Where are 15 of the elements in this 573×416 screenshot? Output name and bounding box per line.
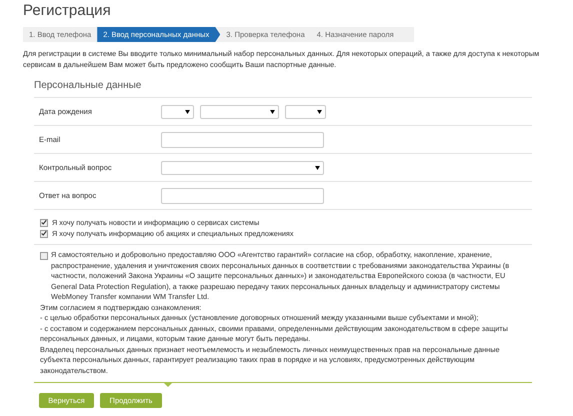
caret-icon: [317, 110, 322, 114]
caret-icon: [185, 110, 190, 114]
input-field[interactable]: [161, 188, 324, 204]
checkbox[interactable]: [40, 230, 48, 238]
caret-icon: [270, 110, 275, 114]
year-dropdown[interactable]: [285, 104, 326, 118]
input-field[interactable]: [161, 132, 324, 148]
section-title: Персональные данные: [34, 70, 532, 98]
question-dropdown[interactable]: [161, 160, 324, 174]
checkbox[interactable]: [40, 218, 48, 226]
day-dropdown[interactable]: [161, 104, 194, 118]
page-title: Регистрация: [23, 2, 112, 19]
month-dropdown[interactable]: [200, 104, 279, 118]
checkbox[interactable]: [40, 252, 48, 260]
caret-icon: [315, 166, 320, 170]
